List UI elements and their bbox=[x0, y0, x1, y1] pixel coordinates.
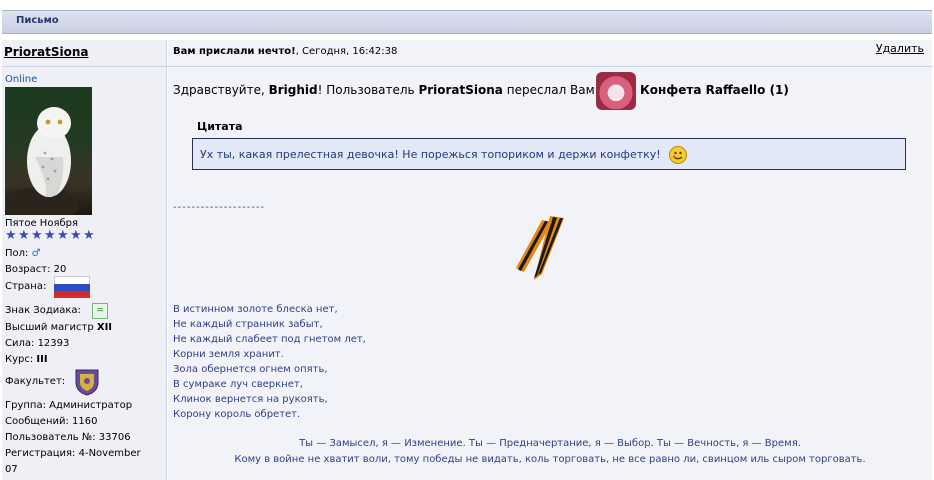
quote-text: Ух ты, какая прелестная девочка! Не поре… bbox=[200, 148, 661, 161]
author-link[interactable]: PrioratSiona bbox=[4, 45, 88, 59]
online-status: Online bbox=[5, 74, 38, 85]
registration-row: Регистрация: 4-November bbox=[5, 448, 141, 459]
group-row: Группа: Администратор bbox=[5, 400, 133, 411]
quote-label: Цитата bbox=[197, 120, 243, 133]
owl-avatar-icon bbox=[5, 107, 79, 215]
quote-box: Ух ты, какая прелестная девочка! Не поре… bbox=[192, 138, 906, 170]
registration-row-cont: 07 bbox=[5, 464, 18, 475]
message-subject: Вам прислали нечто!, Сегодня, 16:42:38 bbox=[173, 46, 398, 57]
country-row: Страна: bbox=[5, 281, 47, 292]
poem-line: Не каждый слабеет под гнетом лет, bbox=[173, 334, 366, 345]
gift-icon bbox=[596, 72, 636, 110]
ribbon-icon bbox=[516, 216, 564, 280]
top-strip bbox=[0, 0, 934, 10]
poem-line: Корону король обретет. bbox=[173, 409, 301, 420]
signature-line: Кому в войне не хватит воли, тому победы… bbox=[234, 454, 866, 465]
magister-row: Высший магистр XII bbox=[5, 322, 113, 333]
age-row: Возраст: 20 bbox=[5, 264, 67, 275]
avatar[interactable] bbox=[5, 87, 92, 215]
poem-line: Зола обернется огнем опять, bbox=[173, 364, 328, 375]
star-icon: ★ bbox=[5, 228, 17, 243]
russia-flag-icon bbox=[54, 276, 90, 298]
male-icon: ♂ bbox=[31, 248, 41, 259]
zodiac-icon: ♒ bbox=[92, 303, 108, 319]
poem-line: В сумраке луч сверкнет, bbox=[173, 379, 303, 390]
poem-line: В истинном золоте блеска нет, bbox=[173, 304, 338, 315]
signature-line: Ты — Замысел, я — Изменение. Ты — Предна… bbox=[299, 438, 801, 449]
header-title: Письмо bbox=[16, 15, 59, 26]
zodiac-row: Знак Зодиака: bbox=[5, 305, 81, 316]
faculty-crest-icon bbox=[75, 369, 99, 396]
star-icon: ★ bbox=[44, 228, 56, 243]
messages-row: Сообщений: 1160 bbox=[5, 416, 98, 427]
gender-row: Пол: ♂ bbox=[5, 248, 41, 259]
poem-line: Не каждый странник забыт, bbox=[173, 319, 323, 330]
row-divider bbox=[2, 66, 932, 67]
greeting-line: Здравствуйте, Brighid! Пользователь Prio… bbox=[173, 83, 595, 97]
faculty-row: Факультет: bbox=[5, 376, 66, 387]
rank-stars: ★ ★ ★ ★ ★ ★ ★ bbox=[5, 228, 95, 243]
window-header: Письмо bbox=[2, 10, 932, 34]
star-icon: ★ bbox=[31, 228, 43, 243]
star-icon: ★ bbox=[57, 228, 69, 243]
course-row: Курс: III bbox=[5, 354, 48, 365]
star-icon: ★ bbox=[18, 228, 30, 243]
star-icon: ★ bbox=[83, 228, 95, 243]
poem-line: Клинок вернется на рукоять, bbox=[173, 394, 328, 405]
gift-name: Конфета Raffaello (1) bbox=[640, 83, 789, 97]
smiley-icon bbox=[669, 146, 687, 164]
delete-link[interactable]: Удалить bbox=[876, 42, 924, 55]
user-number-row: Пользователь №: 33706 bbox=[5, 432, 131, 443]
strength-row: Сила: 12393 bbox=[5, 338, 70, 349]
separator-line: -------------------- bbox=[173, 202, 266, 213]
star-icon: ★ bbox=[70, 228, 82, 243]
poem-line: Корни земля хранит. bbox=[173, 349, 284, 360]
